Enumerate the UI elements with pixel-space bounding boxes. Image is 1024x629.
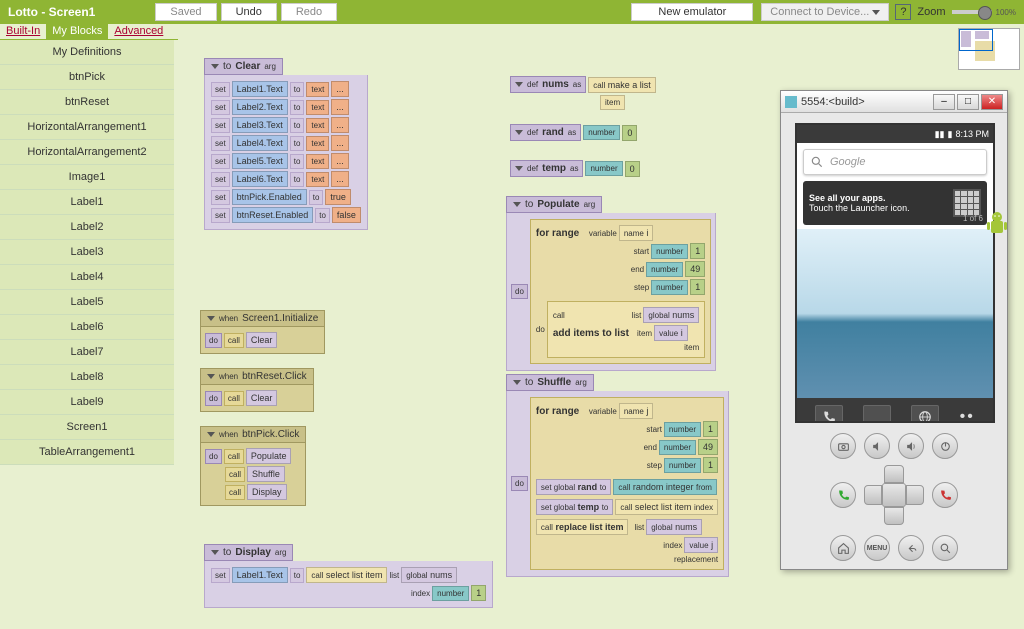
hw-row-3: MENU	[795, 535, 993, 561]
launcher-tip[interactable]: See all your apps. Touch the Launcher ic…	[803, 181, 987, 225]
dpad-center[interactable]	[882, 483, 906, 507]
camera-button[interactable]	[830, 433, 856, 459]
sidebar-item[interactable]: btnPick	[0, 65, 174, 90]
emulator-window[interactable]: 5554:<build> – □ ✕ ▮▮ ▮ 8:13 PM Google S…	[780, 90, 1008, 570]
clock: 8:13 PM	[955, 129, 989, 139]
block-procedure-populate[interactable]: to Populate arg do for range variablenam…	[506, 196, 716, 371]
dpad-down[interactable]	[884, 507, 904, 525]
apps-grid-icon	[953, 189, 981, 217]
dpad-up[interactable]	[884, 465, 904, 483]
block-def-nums[interactable]: def nums as call make a list item	[510, 74, 656, 112]
sidebar-item[interactable]: Label6	[0, 315, 174, 340]
zoom-pct: 100%	[996, 8, 1016, 17]
sidebar-item[interactable]: HorizontalArrangement1	[0, 115, 174, 140]
close-button[interactable]: ✕	[981, 94, 1003, 110]
block-procedure-display[interactable]: to Display arg setLabel1.Textto call sel…	[204, 544, 493, 608]
hw-row-2	[795, 465, 993, 525]
block-def-temp[interactable]: def temp as number 0	[510, 158, 640, 179]
sidebar-item[interactable]: HorizontalArrangement2	[0, 140, 174, 165]
dpad-left[interactable]	[864, 485, 882, 505]
sidebar-item[interactable]: My Definitions	[0, 40, 174, 65]
phone-icon[interactable]	[815, 405, 843, 423]
search-button[interactable]	[932, 535, 958, 561]
emulator-titlebar[interactable]: 5554:<build> – □ ✕	[781, 91, 1007, 113]
dots-icon[interactable]: ••	[960, 408, 975, 423]
android-icon	[985, 211, 1009, 241]
status-bar: ▮▮ ▮ 8:13 PM	[797, 125, 993, 143]
zoom-slider[interactable]	[952, 10, 992, 14]
chevron-down-icon	[872, 10, 880, 15]
signal-icon: ▮▮	[935, 129, 945, 140]
volume-down-button[interactable]	[864, 433, 890, 459]
help-icon[interactable]: ?	[895, 4, 911, 20]
tip-counter: 1 of 6	[963, 214, 983, 223]
emulator-app-icon	[785, 96, 797, 108]
emulator-title: 5554:<build>	[801, 96, 931, 108]
end-call-button[interactable]	[932, 482, 958, 508]
saved-button[interactable]: Saved	[155, 3, 216, 21]
google-search-bar[interactable]: Google	[803, 149, 987, 175]
home-button[interactable]	[830, 535, 856, 561]
component-sidebar: My DefinitionsbtnPickbtnResetHorizontalA…	[0, 40, 174, 629]
browser-icon[interactable]	[911, 405, 939, 423]
battery-icon: ▮	[948, 129, 953, 140]
call-button[interactable]	[830, 482, 856, 508]
redo-button[interactable]: Redo	[281, 3, 337, 21]
sidebar-item[interactable]: Label9	[0, 390, 174, 415]
sidebar-item[interactable]: Label3	[0, 240, 174, 265]
menu-button[interactable]: MENU	[864, 535, 890, 561]
power-button[interactable]	[932, 433, 958, 459]
sidebar-item[interactable]: Label8	[0, 365, 174, 390]
dpad	[864, 465, 924, 525]
sidebar-item[interactable]: Screen1	[0, 415, 174, 440]
block-procedure-shuffle[interactable]: to Shuffle arg do for range variablename…	[506, 374, 729, 577]
sidebar-item[interactable]: Label2	[0, 215, 174, 240]
undo-button[interactable]: Undo	[221, 3, 277, 21]
maximize-button[interactable]: □	[957, 94, 979, 110]
top-bar: Lotto - Screen1 Saved Undo Redo New emul…	[0, 0, 1024, 24]
sidebar-item[interactable]: btnReset	[0, 90, 174, 115]
phone-screen[interactable]: ▮▮ ▮ 8:13 PM Google See all your apps. T…	[795, 123, 995, 423]
sidebar-item[interactable]: Label5	[0, 290, 174, 315]
sidebar-item[interactable]: Image1	[0, 165, 174, 190]
hw-row-1	[795, 433, 993, 459]
project-title: Lotto - Screen1	[8, 5, 95, 19]
tab-builtin[interactable]: Built-In	[0, 24, 46, 39]
sidebar-item[interactable]: TableArrangement1	[0, 440, 174, 465]
search-icon	[810, 155, 824, 169]
tab-advanced[interactable]: Advanced	[108, 24, 169, 39]
minimize-button[interactable]: –	[933, 94, 955, 110]
tab-myblocks[interactable]: My Blocks	[46, 24, 108, 39]
volume-up-button[interactable]	[898, 433, 924, 459]
block-event-btnreset-click[interactable]: when btnReset.Click docallClear	[200, 368, 314, 412]
sidebar-item[interactable]: Label4	[0, 265, 174, 290]
sidebar-item[interactable]: Label1	[0, 190, 174, 215]
block-event-screen1-initialize[interactable]: when Screen1.Initialize docallClear	[200, 310, 325, 354]
back-button[interactable]	[898, 535, 924, 561]
block-def-rand[interactable]: def rand as number 0	[510, 122, 637, 143]
minimap[interactable]	[958, 28, 1020, 70]
phone-dock: ••	[797, 398, 993, 423]
connect-device-dropdown[interactable]: Connect to Device...	[761, 3, 889, 21]
block-event-btnpick-click[interactable]: when btnPick.Click docallPopulatecallShu…	[200, 426, 306, 506]
sidebar-item[interactable]: Label7	[0, 340, 174, 365]
launcher-icon[interactable]	[863, 405, 891, 423]
new-emulator-button[interactable]: New emulator	[631, 3, 753, 21]
block-procedure-clear[interactable]: to Clear arg setLabel1.Texttotext...setL…	[204, 58, 368, 230]
dpad-right[interactable]	[906, 485, 924, 505]
wallpaper	[797, 229, 993, 398]
zoom-label: Zoom	[917, 6, 945, 18]
